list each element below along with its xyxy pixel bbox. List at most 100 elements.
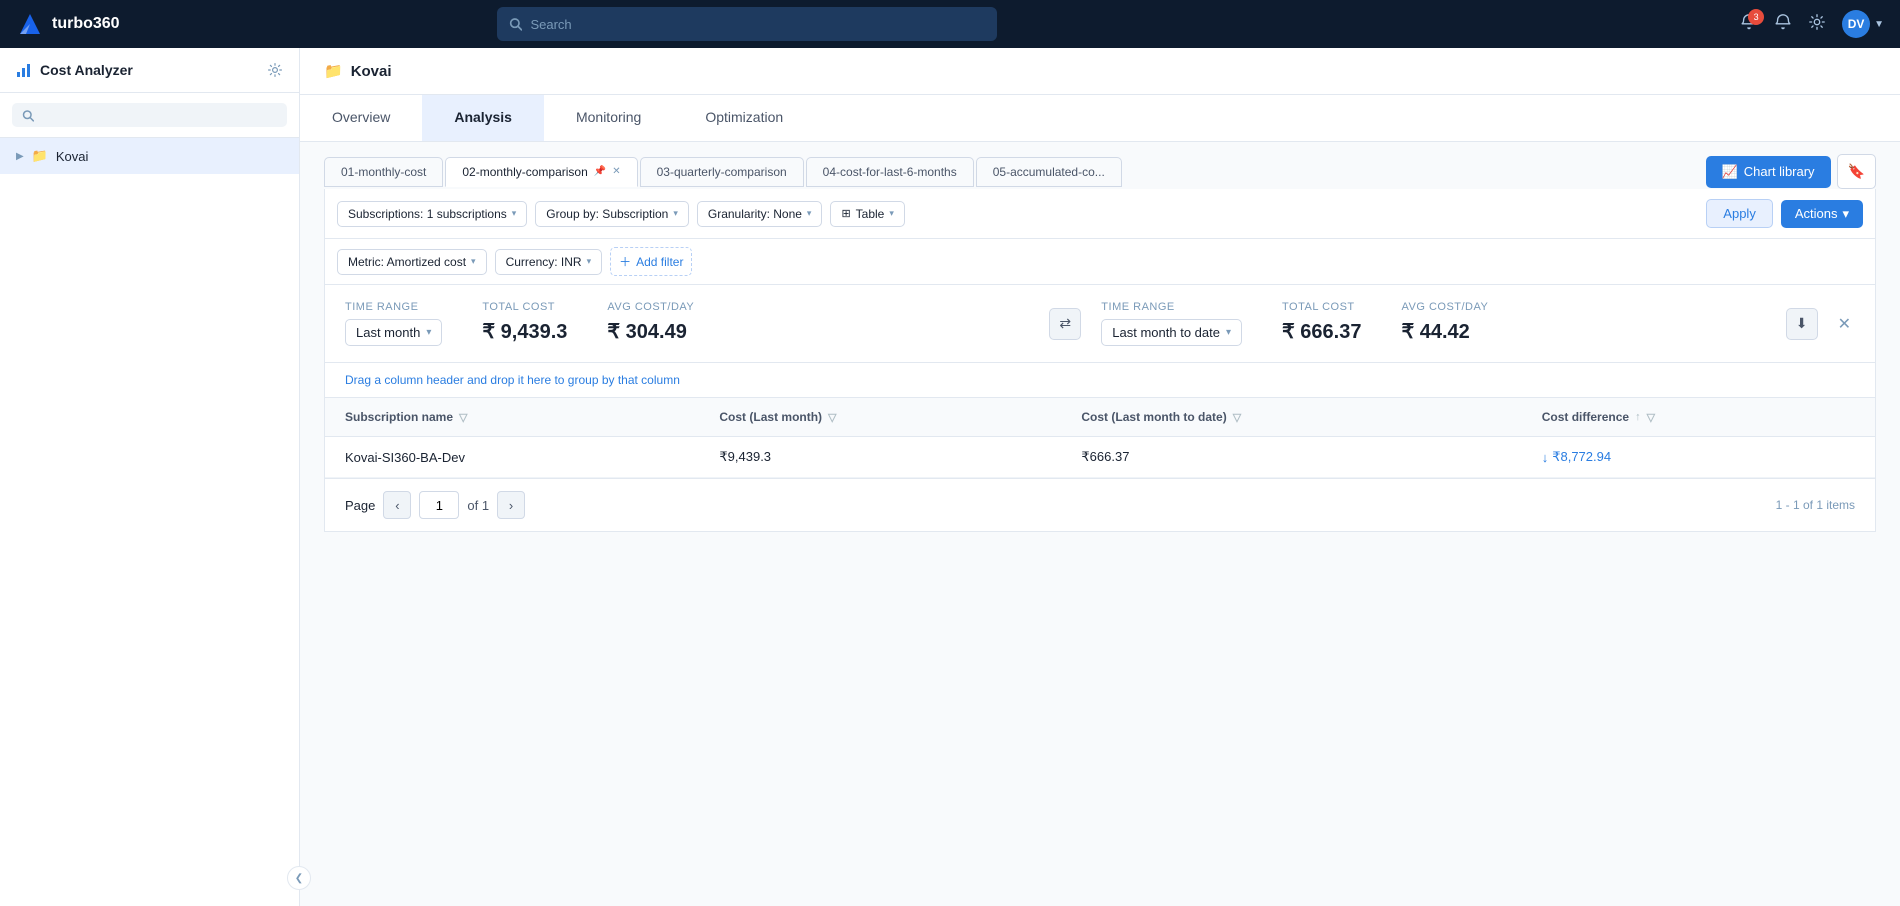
pin-icon: 📌	[594, 166, 606, 177]
chevron-right-icon: ▶	[16, 151, 24, 162]
breadcrumb: 📁 Kovai	[300, 48, 1900, 95]
cell-subscription-name: Kovai-SI360-BA-Dev	[325, 437, 699, 478]
col-filter-icon[interactable]: ▽	[1647, 411, 1655, 424]
summary-section: Time range Last month ▾ Total cost ₹ 9,4…	[324, 285, 1876, 363]
chevron-down-icon: ▾	[587, 256, 592, 267]
close-summary-button[interactable]: ✕	[1834, 310, 1855, 338]
data-table: Subscription name ▽ Cost (Last month) ▽	[325, 398, 1875, 478]
search-icon	[509, 17, 522, 31]
app-layout: Cost Analyzer ▶ 📁 Kovai ❮	[0, 48, 1900, 906]
col-cost-last-month: Cost (Last month) ▽	[699, 398, 1061, 437]
swap-button[interactable]: ⇄	[1049, 308, 1081, 340]
user-menu[interactable]: DV ▼	[1842, 10, 1884, 38]
tab-overview[interactable]: Overview	[300, 95, 422, 141]
pagination-row: Page ‹ of 1 › 1 - 1 of 1 items	[324, 479, 1876, 532]
sort-asc-icon[interactable]: ↑	[1635, 411, 1641, 423]
right-avg-cost-field: Avg cost/day ₹ 44.42	[1401, 301, 1488, 344]
tab-optimization[interactable]: Optimization	[673, 95, 815, 141]
search-input[interactable]	[530, 17, 985, 32]
chevron-down-icon: ▾	[512, 208, 517, 219]
subscriptions-filter[interactable]: Subscriptions: 1 subscriptions ▾	[337, 201, 527, 227]
filter-row-2: Metric: Amortized cost ▾ Currency: INR ▾…	[324, 239, 1876, 285]
main-tabs: Overview Analysis Monitoring Optimizatio…	[300, 95, 1900, 142]
avatar: DV	[1842, 10, 1870, 38]
chevron-down-icon: ▾	[807, 208, 812, 219]
folder-icon: 📁	[32, 148, 48, 164]
currency-filter[interactable]: Currency: INR ▾	[495, 249, 603, 275]
breadcrumb-icon: 📁	[324, 62, 343, 80]
table-section: Drag a column header and drop it here to…	[324, 363, 1876, 479]
sidebar-title: Cost Analyzer	[16, 62, 133, 78]
chevron-down-icon: ▾	[673, 208, 678, 219]
col-filter-icon[interactable]: ▽	[459, 411, 467, 424]
page-number-input[interactable]	[419, 491, 459, 519]
right-time-range-dropdown[interactable]: Last month to date ▾	[1101, 319, 1242, 346]
tab-analysis[interactable]: Analysis	[422, 95, 544, 141]
page-of-label: of 1	[467, 498, 489, 513]
subtab-04[interactable]: 04-cost-for-last-6-months	[806, 157, 974, 187]
app-title: turbo360	[52, 15, 120, 33]
view-filter[interactable]: ⊞ Table ▾	[830, 201, 904, 227]
drag-hint: Drag a column header and drop it here to…	[325, 363, 1875, 398]
subtab-02[interactable]: 02-monthly-comparison 📌 ✕	[445, 157, 637, 187]
sidebar-search[interactable]	[0, 93, 299, 138]
analyzer-icon	[16, 62, 32, 78]
plus-icon: ＋	[619, 253, 631, 270]
table-row: Kovai-SI360-BA-Dev ₹9,439.3 ₹666.37 ↓ ₹8…	[325, 437, 1875, 478]
breadcrumb-label: Kovai	[351, 63, 392, 80]
left-time-range-dropdown[interactable]: Last month ▾	[345, 319, 442, 346]
add-filter-button[interactable]: ＋ Add filter	[610, 247, 692, 276]
main-content: 📁 Kovai Overview Analysis Monitoring Opt…	[300, 48, 1900, 906]
actions-button[interactable]: Actions ▾	[1781, 200, 1863, 228]
sidebar-settings-icon[interactable]	[267, 62, 283, 78]
table-header-row: Subscription name ▽ Cost (Last month) ▽	[325, 398, 1875, 437]
nav-right: 3 DV ▼	[1740, 10, 1884, 38]
sidebar: Cost Analyzer ▶ 📁 Kovai ❮	[0, 48, 300, 906]
groupby-filter[interactable]: Group by: Subscription ▾	[535, 201, 689, 227]
left-comparison: Time range Last month ▾ Total cost ₹ 9,4…	[345, 301, 1029, 346]
sidebar-item-label: Kovai	[56, 149, 89, 164]
subtab-05[interactable]: 05-accumulated-co...	[976, 157, 1122, 187]
sidebar-item-kovai[interactable]: ▶ 📁 Kovai	[0, 138, 299, 174]
cell-cost-difference: ↓ ₹8,772.94	[1522, 437, 1875, 478]
sidebar-label: Cost Analyzer	[40, 62, 133, 78]
tab-monitoring[interactable]: Monitoring	[544, 95, 673, 141]
download-button[interactable]: ⬇	[1786, 308, 1818, 340]
sidebar-header: Cost Analyzer	[0, 48, 299, 93]
granularity-filter[interactable]: Granularity: None ▾	[697, 201, 823, 227]
next-page-button[interactable]: ›	[497, 491, 525, 519]
logo: turbo360	[16, 10, 120, 38]
chart-library-button[interactable]: 📈 Chart library	[1706, 156, 1831, 188]
col-filter-icon[interactable]: ▽	[828, 411, 836, 424]
top-nav: turbo360 3 DV	[0, 0, 1900, 48]
notifications-icon[interactable]: 3	[1740, 13, 1758, 36]
apply-button[interactable]: Apply	[1706, 199, 1773, 228]
subtab-01[interactable]: 01-monthly-cost	[324, 157, 443, 187]
left-total-cost-field: Total cost ₹ 9,439.3	[482, 301, 567, 344]
settings-icon[interactable]	[1808, 13, 1826, 36]
chevron-down-icon: ▾	[471, 256, 476, 267]
subtabs-wrapper: 01-monthly-cost 02-monthly-comparison 📌 …	[324, 142, 1876, 189]
cost-diff-value: ↓ ₹8,772.94	[1542, 449, 1855, 465]
page-label: Page	[345, 498, 375, 513]
col-cost-difference: Cost difference ↑ ▽	[1522, 398, 1875, 437]
chevron-down-icon: ▾	[1226, 327, 1231, 338]
col-filter-icon[interactable]: ▽	[1233, 411, 1241, 424]
right-total-cost-field: Total cost ₹ 666.37	[1282, 301, 1361, 344]
sidebar-collapse-button[interactable]: ❮	[287, 866, 311, 890]
right-time-range-field: Time range Last month to date ▾	[1101, 301, 1242, 346]
bell-icon[interactable]	[1774, 13, 1792, 36]
metric-filter[interactable]: Metric: Amortized cost ▾	[337, 249, 487, 275]
chevron-down-icon: ▾	[426, 327, 431, 338]
prev-page-button[interactable]: ‹	[383, 491, 411, 519]
sub-tabs-scroll: 01-monthly-cost 02-monthly-comparison 📌 …	[324, 157, 1698, 187]
right-comparison: Time range Last month to date ▾ Total co…	[1101, 301, 1785, 346]
sidebar-search-input[interactable]	[40, 108, 277, 122]
left-time-range-field: Time range Last month ▾	[345, 301, 442, 346]
close-tab-icon[interactable]: ✕	[612, 166, 620, 177]
bookmark-button[interactable]: 🔖	[1837, 154, 1876, 189]
search-bar[interactable]	[497, 7, 997, 41]
chevron-down-icon: ▾	[889, 208, 894, 219]
content-area: 01-monthly-cost 02-monthly-comparison 📌 …	[300, 142, 1900, 906]
subtab-03[interactable]: 03-quarterly-comparison	[640, 157, 804, 187]
